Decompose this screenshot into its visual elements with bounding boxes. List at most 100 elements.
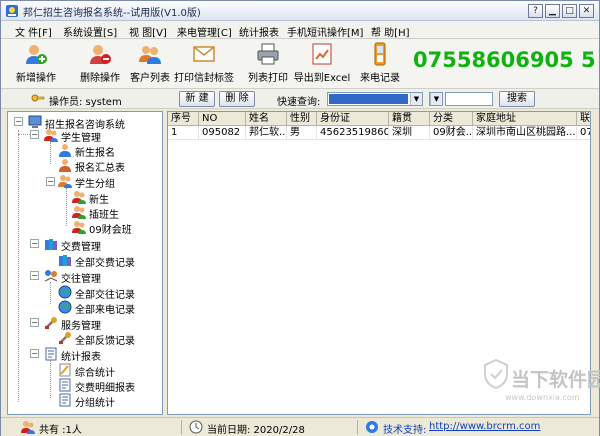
search-button[interactable]: 搜索 xyxy=(499,91,535,107)
column-header[interactable]: NO xyxy=(199,112,246,126)
print-envelope-button[interactable]: 打印信封标签 xyxy=(173,42,235,88)
hotline-number: 07558606905 5 xyxy=(413,48,596,72)
handshake-icon xyxy=(44,270,58,282)
table-cell[interactable]: 1 xyxy=(168,126,199,140)
window-title: 邦仁招生咨询报名系统--试用版(V1.0版) xyxy=(23,8,201,19)
table-cell[interactable]: 07 xyxy=(577,126,590,140)
menu-call-management[interactable]: 来电管理[C] xyxy=(177,24,232,39)
query-operator-select[interactable]: ▼ xyxy=(429,92,443,106)
app-logo-icon xyxy=(6,5,18,17)
watermark-text: 当下软件园 xyxy=(511,369,600,391)
query-field-selection xyxy=(329,94,408,104)
menu-file[interactable]: 文 件[F] xyxy=(15,24,52,39)
add-user-icon xyxy=(26,45,47,64)
add-button[interactable]: 新增操作 xyxy=(5,42,67,88)
customer-list-button[interactable]: 客户列表 xyxy=(119,42,181,88)
users-icon xyxy=(21,421,35,434)
chevron-down-icon: ▼ xyxy=(410,93,422,105)
column-header[interactable]: 分类 xyxy=(430,112,473,126)
table-cell[interactable]: 深圳市南山区桃园路... xyxy=(473,126,577,140)
minimize-button[interactable]: ▁ xyxy=(545,4,560,18)
watermark-shield-icon xyxy=(484,359,508,389)
envelope-icon xyxy=(193,46,215,62)
column-header[interactable]: 身份证 xyxy=(317,112,389,126)
tools-icon xyxy=(59,332,71,344)
watermark: 当下软件园 www.downxia.com xyxy=(483,353,600,409)
user-icon xyxy=(59,159,71,172)
list-print-button[interactable]: 列表打印 xyxy=(237,42,299,88)
table-cell[interactable]: 456235198605... xyxy=(317,126,389,140)
delete-user-icon xyxy=(90,45,111,64)
table-cell[interactable]: 邦仁软... xyxy=(246,126,287,140)
nav-tree: − 招生报名咨询系统 − 学生管理 新生报名 报名汇总表 − 学生分组 新生 插… xyxy=(7,111,163,415)
tree-line xyxy=(18,130,19,402)
collapse-icon[interactable]: − xyxy=(30,130,39,139)
query-field-select[interactable]: ▼ xyxy=(327,92,423,106)
record-count: 共有 :1人 xyxy=(39,425,82,436)
add-label: 新增操作 xyxy=(16,73,56,84)
chevron-down-icon: ▼ xyxy=(430,93,442,105)
help-button[interactable]: ? xyxy=(528,4,543,18)
title-bar[interactable]: 邦仁招生咨询报名系统--试用版(V1.0版) ? ▁ □ ✕ xyxy=(1,1,599,21)
new-button[interactable]: 新 建 xyxy=(179,91,215,107)
table-cell[interactable]: 深圳 xyxy=(389,126,430,140)
app-window: 邦仁招生咨询报名系统--试用版(V1.0版) ? ▁ □ ✕ 文 件[F] 系统… xyxy=(0,0,600,436)
collapse-icon[interactable]: − xyxy=(30,239,39,248)
menu-help[interactable]: 帮 助[H] xyxy=(371,24,410,39)
clock-icon xyxy=(189,420,203,434)
column-header[interactable]: 序号 xyxy=(168,112,199,126)
export-excel-label: 导出到Excel xyxy=(293,73,351,84)
collapse-icon[interactable]: − xyxy=(30,349,39,358)
column-header[interactable]: 姓名 xyxy=(246,112,287,126)
tools-icon xyxy=(45,317,57,329)
menu-sms[interactable]: 手机短讯操作[M] xyxy=(287,24,363,39)
table-cell[interactable]: 09财会... xyxy=(430,126,473,140)
menu-bar: 文 件[F] 系统设置[S] 视 图[V] 来电管理[C] 统计报表 手机短讯操… xyxy=(1,21,599,39)
watermark-url: www.downxia.com xyxy=(505,393,580,402)
delete-record-button[interactable]: 删 除 xyxy=(219,91,255,107)
collapse-icon[interactable]: − xyxy=(14,117,23,126)
query-input[interactable] xyxy=(445,92,493,106)
table-cell[interactable]: 095082 xyxy=(199,126,246,140)
pencil-icon xyxy=(59,363,71,377)
globe-icon xyxy=(58,300,72,314)
excel-export-icon xyxy=(312,43,332,65)
users-icon xyxy=(72,221,86,234)
globe-icon xyxy=(58,285,72,299)
support-link[interactable]: http://www.brcrm.com xyxy=(429,421,540,432)
printer-icon xyxy=(257,43,279,65)
column-header[interactable]: 联 xyxy=(577,112,590,126)
column-header[interactable]: 性别 xyxy=(287,112,317,126)
restore-button[interactable]: □ xyxy=(562,4,577,18)
print-envelope-label: 打印信封标签 xyxy=(174,73,234,84)
status-bar: 共有 :1人 当前日期: 2020/2/28 技术支持: http://www.… xyxy=(1,417,599,436)
collapse-icon[interactable]: − xyxy=(30,271,39,280)
operator-label: 操作员: system xyxy=(49,97,122,108)
key-icon xyxy=(31,94,45,102)
list-print-label: 列表打印 xyxy=(248,73,288,84)
close-button[interactable]: ✕ xyxy=(579,4,594,18)
books-icon xyxy=(59,255,71,266)
export-excel-button[interactable]: 导出到Excel xyxy=(291,42,353,88)
collapse-icon[interactable]: − xyxy=(46,177,55,186)
quick-query-label: 快速查询: xyxy=(277,97,321,108)
report-icon xyxy=(59,378,71,392)
phone-icon xyxy=(374,42,386,66)
users-icon xyxy=(44,129,58,142)
column-header[interactable]: 籍贯 xyxy=(389,112,430,126)
menu-reports[interactable]: 统计报表 xyxy=(239,24,279,39)
column-header[interactable]: 家庭地址 xyxy=(473,112,577,126)
users-icon xyxy=(58,175,72,188)
collapse-icon[interactable]: − xyxy=(30,318,39,327)
users-icon xyxy=(72,191,86,204)
menu-view[interactable]: 视 图[V] xyxy=(129,24,167,39)
call-record-label: 来电记录 xyxy=(360,73,400,84)
support-label: 技术支持: xyxy=(383,425,427,436)
table-cell[interactable]: 男 xyxy=(287,126,317,140)
menu-settings[interactable]: 系统设置[S] xyxy=(63,24,117,39)
computer-icon xyxy=(28,115,42,128)
call-record-button[interactable]: 来电记录 xyxy=(349,42,411,88)
operator-bar: 操作员: system 新 建 删 除 快速查询: ▼ ▼ 搜索 xyxy=(1,89,599,109)
current-date: 当前日期: 2020/2/28 xyxy=(207,425,305,436)
users-icon xyxy=(72,206,86,219)
